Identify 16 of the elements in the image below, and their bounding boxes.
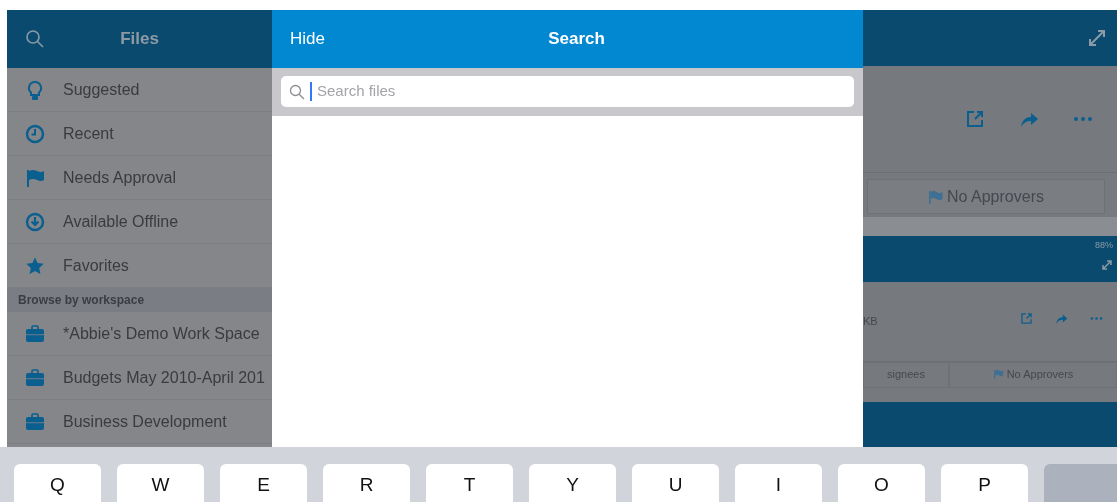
sidebar-title: Files (119, 28, 160, 51)
keyboard-key[interactable]: O (838, 464, 925, 502)
hide-button[interactable]: Hide (290, 26, 325, 52)
keyboard-key[interactable]: T (426, 464, 513, 502)
keyboard-key[interactable]: E (220, 464, 307, 502)
keyboard-key[interactable]: R (323, 464, 410, 502)
keyboard-key[interactable]: W (117, 464, 204, 502)
keyboard-key[interactable]: P (941, 464, 1028, 502)
keyboard-key[interactable]: Q (14, 464, 101, 502)
keyboard-key[interactable]: I (735, 464, 822, 502)
section-header: Browse by workspace (7, 288, 272, 312)
battery-level: 88% (1095, 239, 1113, 253)
search-title: Search (548, 28, 605, 51)
search-field[interactable]: Search files (281, 76, 854, 107)
keyboard-key[interactable]: Y (529, 464, 616, 502)
keyboard-key[interactable]: U (632, 464, 719, 502)
